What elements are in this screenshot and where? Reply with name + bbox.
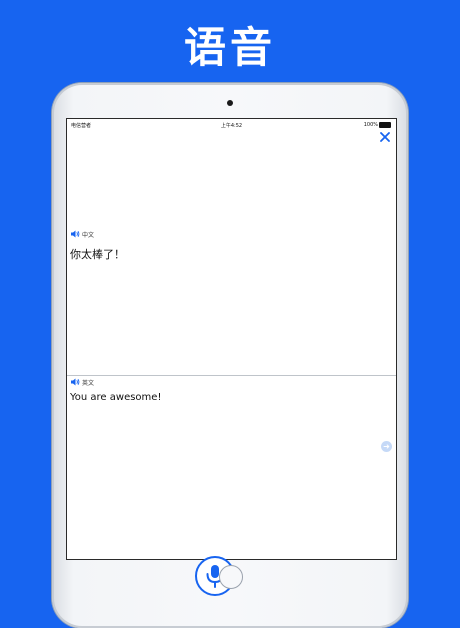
status-bar: 电信营者 上午4:52 100% [67, 119, 396, 130]
target-text[interactable]: You are awesome! [70, 392, 161, 403]
next-button[interactable]: ➜ [381, 441, 392, 452]
battery-icon [379, 122, 391, 128]
arrow-right-icon: ➜ [383, 442, 390, 451]
app-screen: 电信营者 上午4:52 100% 中文 你太棒了！ 英文 You are awe… [66, 118, 397, 560]
close-button[interactable] [378, 131, 392, 145]
target-language-row[interactable]: 英文 [70, 377, 94, 387]
page-headline: 语音 [183, 23, 276, 72]
battery-percent: 100% [363, 122, 378, 128]
speaker-icon[interactable] [70, 229, 80, 239]
target-language-label: 英文 [82, 379, 95, 387]
ipad-frame: 电信营者 上午4:52 100% 中文 你太棒了！ 英文 You are awe… [52, 83, 408, 628]
home-button[interactable] [219, 565, 243, 589]
divider [67, 375, 396, 376]
source-language-label: 中文 [82, 231, 95, 239]
close-icon [380, 132, 390, 142]
source-language-row[interactable]: 中文 [70, 229, 94, 239]
source-text[interactable]: 你太棒了！ [70, 246, 125, 262]
status-time: 上午4:52 [220, 123, 243, 129]
camera-dot [227, 100, 233, 106]
speaker-icon[interactable] [70, 377, 80, 387]
